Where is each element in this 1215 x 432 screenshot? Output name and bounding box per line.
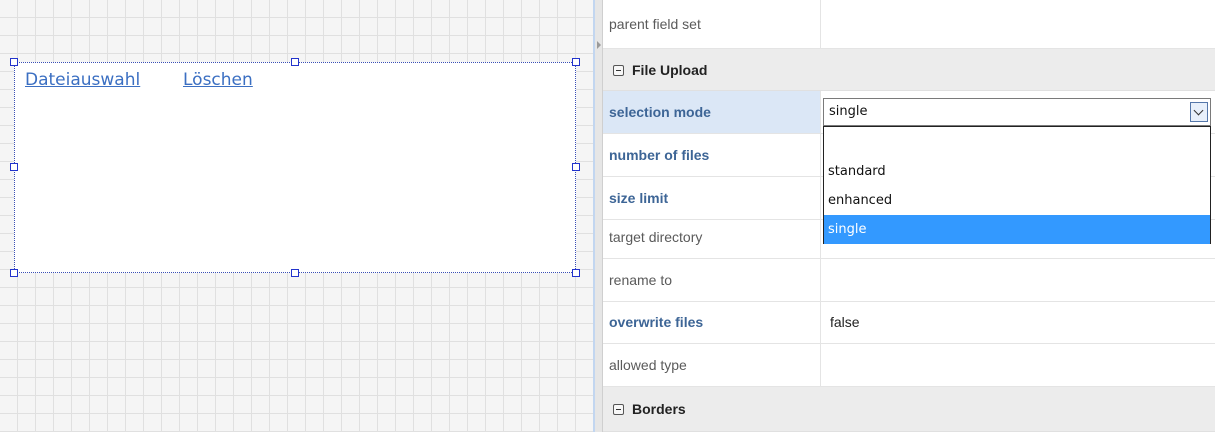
design-canvas[interactable]: Dateiauswahl Löschen: [0, 0, 593, 432]
section-title: Borders: [632, 401, 686, 417]
caret-right-icon: [597, 41, 601, 49]
prop-name: overwrite files: [603, 301, 821, 343]
prop-value[interactable]: [822, 344, 1215, 386]
panel-splitter[interactable]: [593, 0, 603, 432]
chevron-down-icon[interactable]: [1190, 102, 1208, 122]
resize-handle-bottom[interactable]: [291, 269, 299, 277]
prop-row-rename-to[interactable]: rename to: [603, 259, 1215, 302]
section-file-upload[interactable]: File Upload: [603, 49, 1215, 91]
prop-name: allowed type: [603, 344, 821, 386]
delete-link[interactable]: Löschen: [183, 70, 253, 90]
prop-value[interactable]: false: [822, 301, 1215, 343]
prop-row-overwrite-files[interactable]: overwrite files false: [603, 301, 1215, 344]
dropdown-option-standard[interactable]: standard: [824, 157, 1210, 186]
resize-handle-top[interactable]: [291, 58, 299, 66]
prop-value[interactable]: [822, 0, 1215, 48]
resize-handle-left[interactable]: [10, 163, 18, 171]
prop-name: number of files: [603, 134, 821, 176]
resize-handle-top-left[interactable]: [10, 58, 18, 66]
section-title: File Upload: [632, 62, 708, 78]
dropdown-option-enhanced[interactable]: enhanced: [824, 186, 1210, 215]
prop-row-parent-field-set[interactable]: parent field set: [603, 0, 1215, 49]
resize-handle-bottom-right[interactable]: [572, 269, 580, 277]
file-upload-widget[interactable]: Dateiauswahl Löschen: [14, 62, 576, 273]
prop-name: parent field set: [603, 0, 821, 48]
selection-mode-dropdown: standard enhanced single: [823, 126, 1211, 244]
dropdown-option-single[interactable]: single: [824, 215, 1210, 244]
select-file-link[interactable]: Dateiauswahl: [25, 70, 140, 90]
prop-row-allowed-type[interactable]: allowed type: [603, 344, 1215, 387]
prop-name: target directory: [603, 216, 821, 258]
collapse-minus-icon[interactable]: [613, 64, 624, 76]
prop-name: size limit: [603, 177, 821, 219]
section-borders[interactable]: Borders: [603, 387, 1215, 432]
selection-mode-select[interactable]: single: [823, 98, 1211, 126]
resize-handle-bottom-left[interactable]: [10, 269, 18, 277]
prop-name: selection mode: [603, 91, 821, 133]
resize-handle-top-right[interactable]: [572, 58, 580, 66]
resize-handle-right[interactable]: [572, 163, 580, 171]
selection-mode-value: single: [829, 104, 868, 119]
collapse-minus-icon[interactable]: [613, 403, 624, 415]
prop-value[interactable]: [822, 259, 1215, 301]
dropdown-option-empty[interactable]: [824, 127, 1210, 157]
prop-name: rename to: [603, 259, 821, 301]
